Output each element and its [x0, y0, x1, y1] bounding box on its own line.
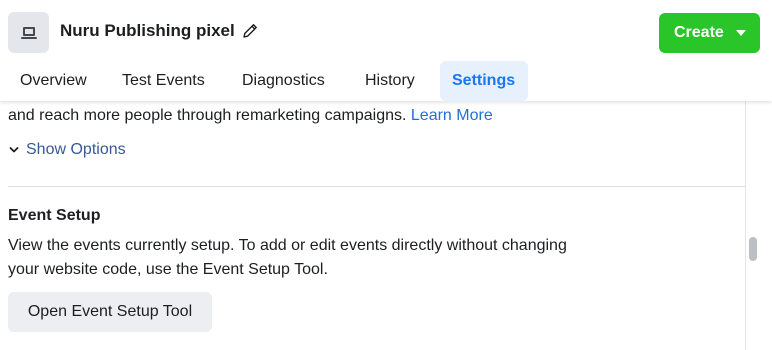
show-options-label: Show Options — [26, 141, 126, 158]
open-event-setup-tool-button[interactable]: Open Event Setup Tool — [8, 292, 212, 332]
create-button[interactable]: Create — [659, 13, 760, 53]
tab-settings[interactable]: Settings — [440, 61, 528, 101]
monitor-icon — [20, 26, 37, 39]
header: Nuru Publishing pixel Create — [0, 0, 772, 64]
pixel-icon-box — [8, 12, 49, 53]
event-setup-title: Event Setup — [8, 207, 101, 224]
chevron-down-icon — [9, 147, 19, 153]
tab-test-events[interactable]: Test Events — [110, 61, 217, 101]
caret-down-icon — [736, 30, 746, 36]
event-setup-description: View the events currently setup. To add … — [8, 237, 567, 278]
tab-overview[interactable]: Overview — [8, 61, 99, 101]
pixel-name: Nuru Publishing pixel — [60, 21, 235, 40]
remarketing-text-body: and reach more people through remarketin… — [8, 107, 407, 124]
settings-content: and reach more people through remarketin… — [0, 101, 745, 350]
create-button-label: Create — [674, 24, 724, 41]
pencil-icon[interactable] — [241, 22, 259, 40]
show-options-toggle[interactable]: Show Options — [8, 141, 126, 159]
learn-more-link[interactable]: Learn More — [411, 107, 493, 124]
scrollbar-thumb[interactable] — [749, 237, 757, 261]
scrollbar-track — [745, 64, 746, 350]
tab-bar: Overview Test Events Diagnostics History… — [0, 61, 772, 101]
tab-history[interactable]: History — [353, 61, 427, 101]
remarketing-text: and reach more people through remarketin… — [8, 107, 493, 125]
section-divider — [8, 186, 745, 187]
tab-diagnostics[interactable]: Diagnostics — [230, 61, 337, 101]
